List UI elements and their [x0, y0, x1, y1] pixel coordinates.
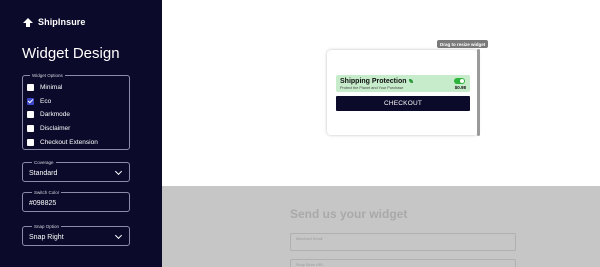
shop-url-input[interactable]: Shop Store URL — [290, 259, 516, 267]
option-label: Minimal — [40, 84, 63, 92]
option-checkout-extension[interactable]: Checkout Extension — [27, 135, 125, 149]
checkbox-checkout-extension[interactable] — [27, 138, 34, 146]
widget-options-group: Widget Options Minimal Eco Darkmode Disc… — [22, 73, 130, 150]
drag-tooltip: Drag to resize widget — [437, 40, 489, 48]
switch-color-field[interactable]: Switch Color #098825 — [22, 190, 130, 212]
protection-title: Shipping Protection — [340, 77, 407, 85]
coverage-select[interactable]: Coverage Standard — [22, 160, 130, 182]
shop-url-placeholder: Shop Store URL — [296, 263, 324, 267]
coverage-value: Standard — [29, 169, 58, 177]
widget-options-legend: Widget Options — [32, 73, 63, 78]
option-label: Eco — [40, 97, 52, 105]
page-title: Widget Design — [22, 45, 120, 62]
switch-color-legend: Switch Color — [34, 190, 60, 195]
option-disclaimer[interactable]: Disclaimer — [27, 122, 125, 136]
protection-title-row: Shipping Protection — [340, 78, 413, 85]
merchant-email-input[interactable]: Merchant Email — [290, 233, 516, 251]
resize-handle[interactable] — [477, 49, 480, 136]
brand-name: ShipInsure — [38, 17, 86, 27]
option-eco[interactable]: Eco — [27, 95, 125, 109]
chevron-down-icon — [114, 231, 123, 240]
shipping-protection-bar: Shipping Protection Protect the Planet a… — [336, 75, 470, 92]
checkout-button[interactable]: CHECKOUT — [336, 96, 470, 111]
snap-option-select[interactable]: Snap Option Snap Right — [22, 224, 130, 246]
option-darkmode[interactable]: Darkmode — [27, 108, 125, 122]
checkbox-darkmode[interactable] — [27, 111, 34, 119]
merchant-email-placeholder: Merchant Email — [296, 237, 323, 241]
switch-color-value: #098825 — [29, 199, 57, 207]
sidebar: ShipInsure Widget Design Widget Options … — [0, 0, 162, 267]
leaf-icon — [408, 79, 413, 83]
option-label: Disclaimer — [40, 125, 71, 133]
option-label: Darkmode — [40, 111, 70, 119]
send-section — [162, 186, 600, 267]
protection-subtitle: Protect the Planet and Your Purchase — [340, 86, 404, 90]
checkbox-disclaimer[interactable] — [27, 125, 34, 133]
coverage-legend: Coverage — [34, 160, 54, 165]
snap-option-value: Snap Right — [29, 233, 64, 241]
shipinsure-logo-icon — [23, 18, 33, 27]
option-minimal[interactable]: Minimal — [27, 81, 125, 95]
protection-price: $0.98 — [454, 85, 466, 90]
checkbox-minimal[interactable] — [27, 84, 34, 92]
widget-preview: Shipping Protection Protect the Planet a… — [327, 50, 478, 135]
send-title: Send us your widget — [290, 207, 408, 221]
chevron-down-icon — [114, 167, 123, 176]
protection-toggle[interactable] — [454, 77, 465, 84]
snap-option-legend: Snap Option — [34, 224, 60, 229]
brand-logo[interactable]: ShipInsure — [22, 16, 86, 28]
option-label: Checkout Extension — [40, 138, 98, 146]
checkbox-eco[interactable] — [27, 97, 34, 105]
